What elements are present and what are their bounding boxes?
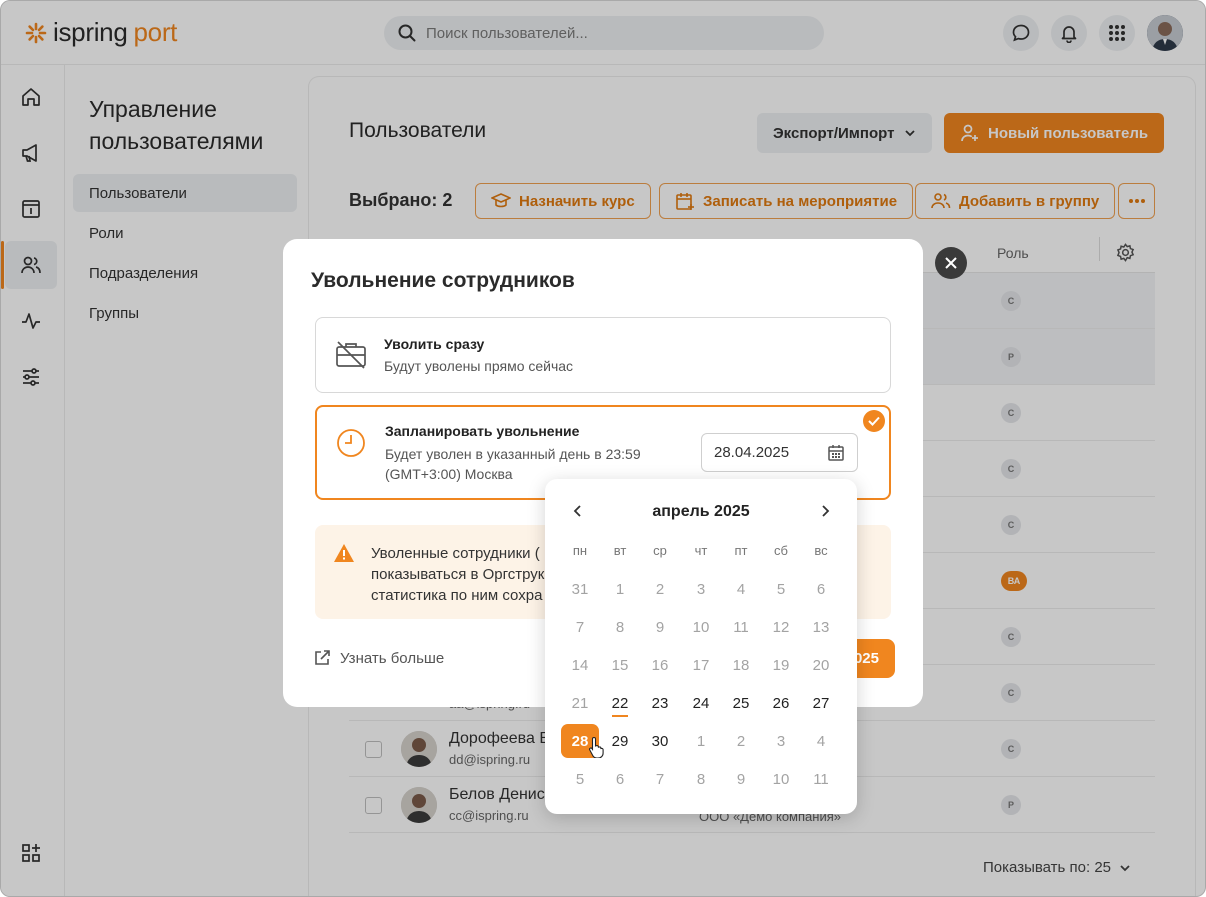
calendar-day: 13 xyxy=(812,618,830,636)
external-link-icon xyxy=(315,650,330,665)
calendar-day: 10 xyxy=(772,770,790,788)
date-input[interactable] xyxy=(714,444,824,461)
calendar-day: 14 xyxy=(571,656,589,674)
dialog-title: Увольнение сотрудников xyxy=(311,269,575,292)
weekday-label: вт xyxy=(613,543,627,558)
weekday-label: чт xyxy=(694,543,708,558)
calendar-day: 7 xyxy=(655,770,665,788)
calendar-day: 3 xyxy=(776,732,786,750)
calendar-day: 8 xyxy=(615,618,625,636)
calendar-day: 18 xyxy=(732,656,750,674)
calendar-day[interactable]: 27 xyxy=(802,686,840,720)
calendar-month-label: апрель 2025 xyxy=(652,503,750,520)
calendar-day: 11 xyxy=(813,770,829,788)
clock-icon xyxy=(337,429,365,457)
calendar-day: 2 xyxy=(736,732,746,750)
calendar-day: 17 xyxy=(692,656,710,674)
calendar-day: 31 xyxy=(571,580,589,598)
calendar-day: 21 xyxy=(571,694,589,712)
weekday-label: пт xyxy=(734,543,748,558)
calendar-day[interactable]: 25 xyxy=(722,686,760,720)
learn-more-label: Узнать больше xyxy=(340,649,445,667)
calendar-day: 1 xyxy=(696,732,706,750)
calendar-day: 16 xyxy=(651,656,669,674)
weekday-label: сб xyxy=(774,543,788,558)
warning-icon xyxy=(334,544,354,562)
option-plan-desc-2: (GMT+3:00) Москва xyxy=(385,466,513,482)
calendar-day: 12 xyxy=(772,618,790,636)
calendar-day: 3 xyxy=(696,580,706,598)
option-now-desc: Будут уволены прямо сейчас xyxy=(384,358,574,374)
close-icon xyxy=(945,257,957,269)
calendar-day[interactable]: 22 xyxy=(601,686,639,720)
calendar-day: 6 xyxy=(615,770,625,788)
calendar-day[interactable]: 24 xyxy=(682,686,720,720)
chevron-right-icon[interactable] xyxy=(817,503,833,519)
calendar-day: 5 xyxy=(776,580,786,598)
selected-check-icon xyxy=(863,410,885,432)
option-now-title: Уволить сразу xyxy=(384,336,485,352)
calendar-day[interactable]: 23 xyxy=(641,686,679,720)
calendar-day: 10 xyxy=(692,618,710,636)
calendar-day[interactable]: 29 xyxy=(601,724,639,758)
learn-more-link[interactable]: Узнать больше xyxy=(313,649,444,667)
calendar-day: 2 xyxy=(655,580,665,598)
calendar-day[interactable]: 26 xyxy=(762,686,800,720)
calendar-day: 9 xyxy=(736,770,746,788)
option-dismiss-now[interactable]: Уволить сразу Будут уволены прямо сейчас xyxy=(315,317,891,393)
option-plan-desc-1: Будет уволен в указанный день в 23:59 xyxy=(385,446,641,462)
briefcase-off-icon xyxy=(336,341,366,369)
calendar-icon[interactable] xyxy=(827,444,845,462)
weekday-label: ср xyxy=(653,543,667,558)
calendar-day: 1 xyxy=(615,580,625,598)
calendar-day: 15 xyxy=(611,656,629,674)
calendar-day: 8 xyxy=(696,770,706,788)
date-picker: апрель 2025 пн вт ср чт пт сб вс 31 1 2 3 4 5 6 7 8 9 10 1… xyxy=(545,479,857,814)
calendar-day: 7 xyxy=(575,618,585,636)
dismiss-date-field[interactable] xyxy=(701,433,858,472)
hand-pointer-icon xyxy=(589,736,604,758)
calendar-day: 11 xyxy=(733,618,749,636)
calendar-day: 4 xyxy=(816,732,826,750)
calendar-day: 6 xyxy=(816,580,826,598)
weekday-label: пн xyxy=(572,543,588,558)
calendar-day: 4 xyxy=(736,580,746,598)
calendar-day: 19 xyxy=(772,656,790,674)
calendar-day: 20 xyxy=(812,656,830,674)
close-dialog-button[interactable] xyxy=(935,247,967,279)
calendar-day: 5 xyxy=(575,770,585,788)
calendar-day[interactable]: 30 xyxy=(641,724,679,758)
weekday-label: вс xyxy=(814,543,828,558)
calendar-day: 9 xyxy=(655,618,665,636)
option-plan-title: Запланировать увольнение xyxy=(385,423,580,439)
